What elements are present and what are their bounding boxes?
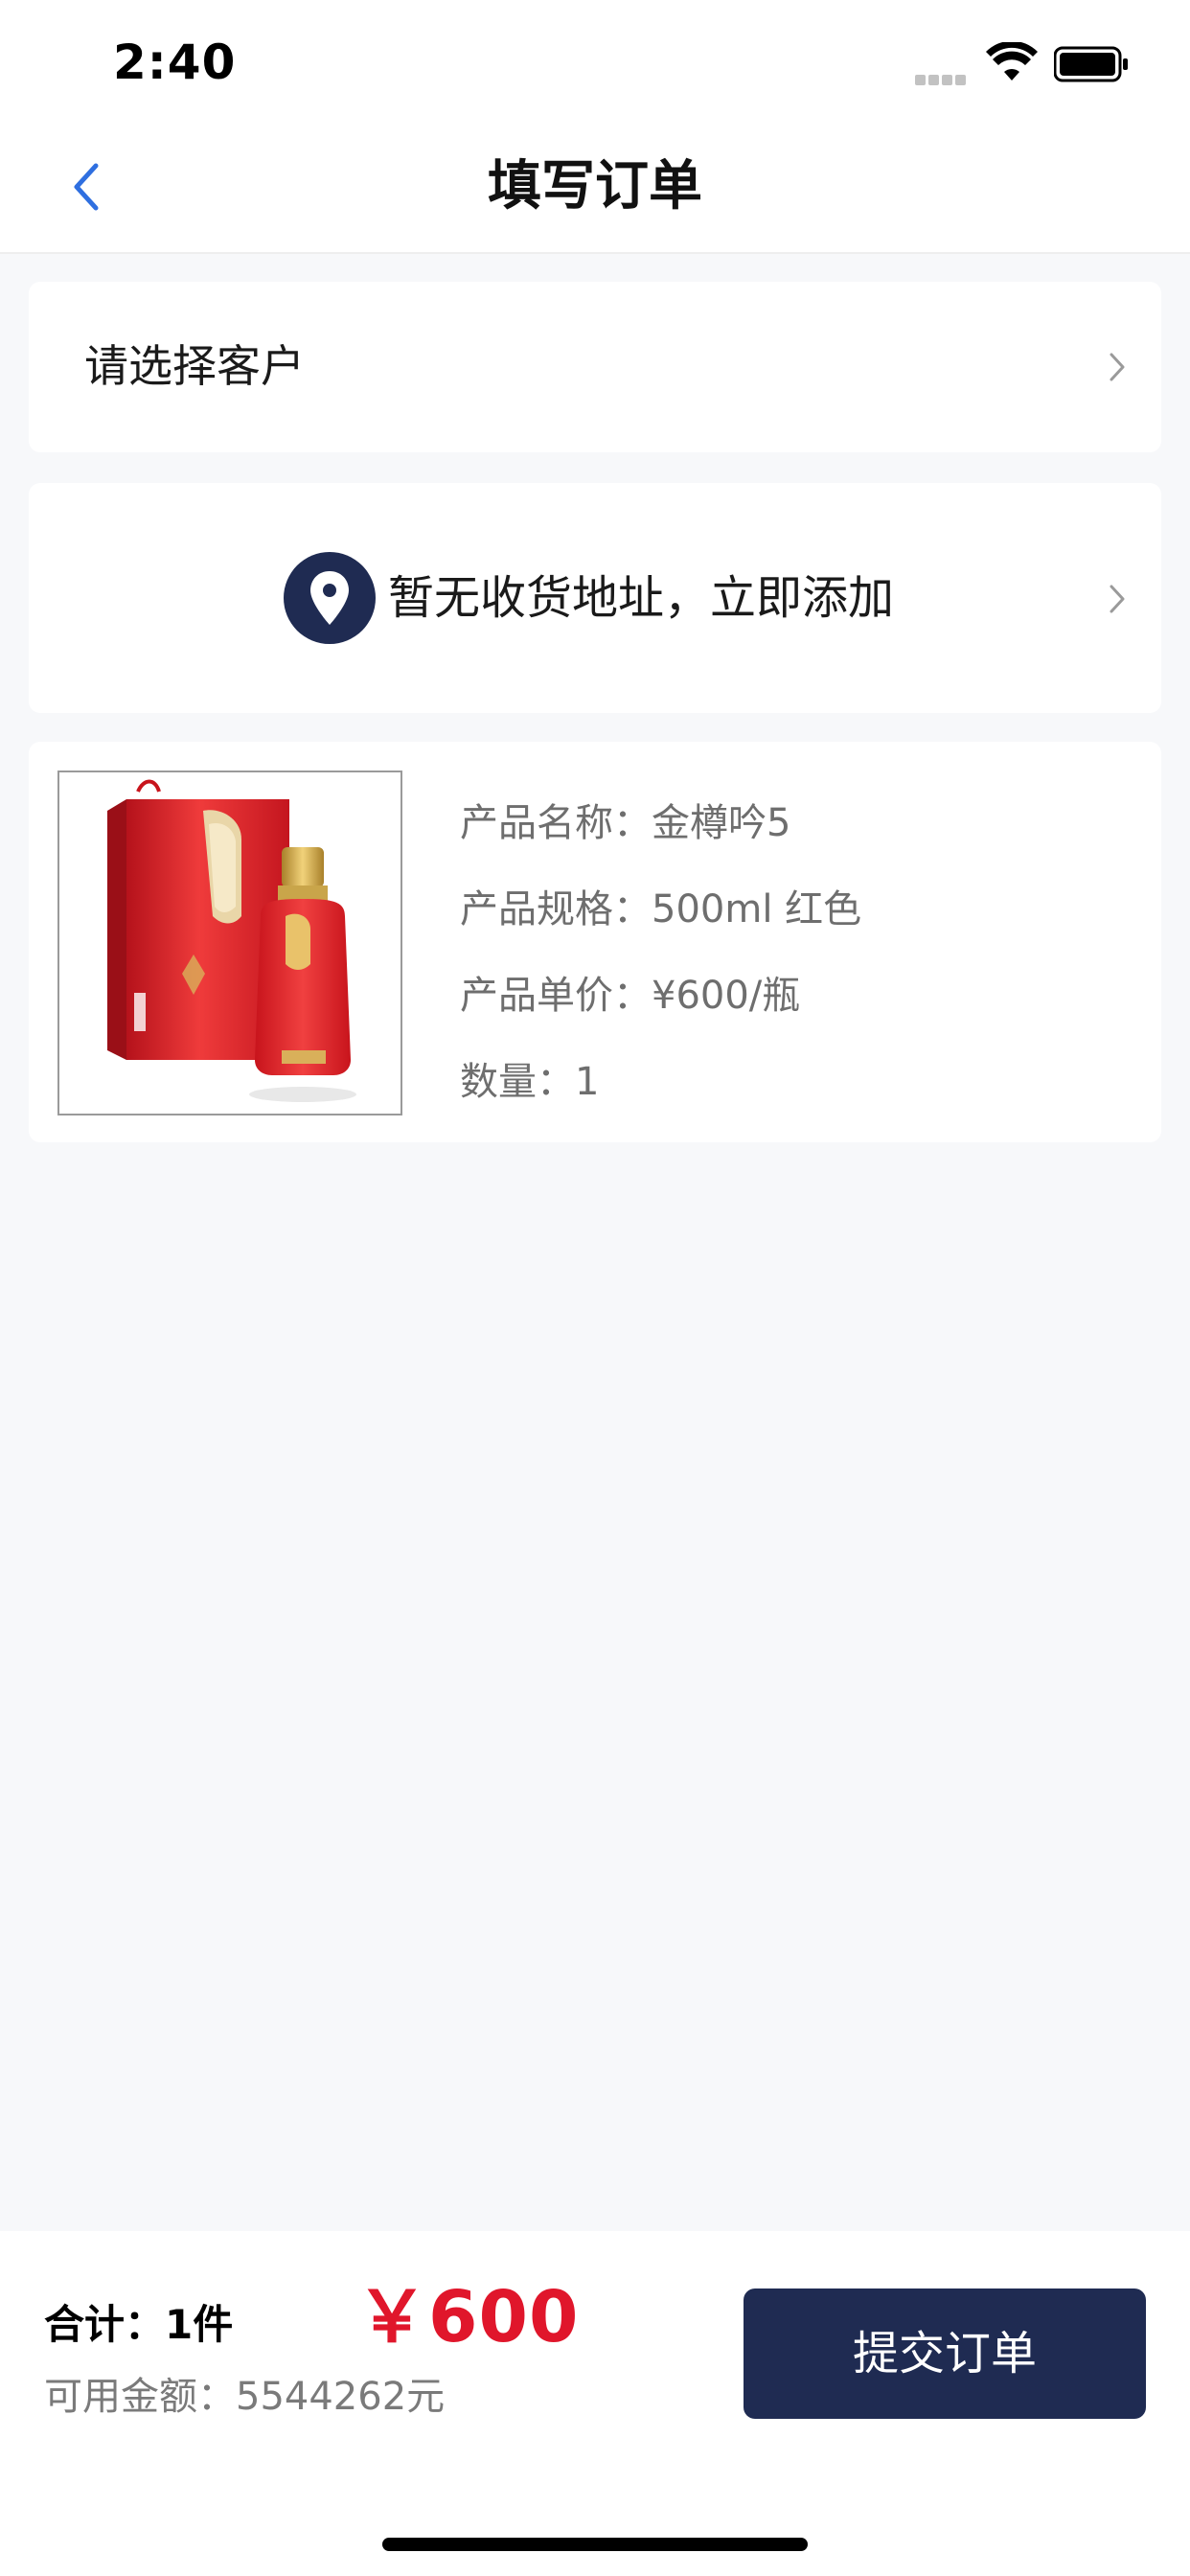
product-quantity-row: 数量：1 <box>460 1039 861 1125</box>
add-address-row[interactable]: 暂无收货地址，立即添加 <box>29 483 1161 713</box>
product-spec-row: 产品规格：500ml 红色 <box>460 866 861 953</box>
status-bar: 2:40 <box>0 0 1190 129</box>
wifi-icon <box>986 42 1038 80</box>
chevron-right-icon <box>1110 353 1125 381</box>
product-card: 产品名称：金樽吟5 产品规格：500ml 红色 产品单价：¥600/瓶 数量：1 <box>29 742 1161 1142</box>
total-amount: ￥600 <box>356 2276 580 2358</box>
select-customer-row[interactable]: 请选择客户 <box>29 282 1161 452</box>
home-indicator <box>382 2538 808 2551</box>
total-label: 合计： <box>44 2301 166 2348</box>
battery-icon <box>1054 46 1128 82</box>
submit-order-button[interactable]: 提交订单 <box>744 2288 1146 2419</box>
total-count-value: 1件 <box>165 2301 234 2348</box>
add-address-label: 暂无收货地址，立即添加 <box>388 571 895 625</box>
product-price-value: ¥600/瓶 <box>652 974 801 1018</box>
page-title: 填写订单 <box>488 155 702 218</box>
product-price-row: 产品单价：¥600/瓶 <box>460 953 861 1039</box>
status-time: 2:40 <box>113 34 237 90</box>
navigation-bar: 填写订单 <box>0 129 1190 254</box>
balance-label: 可用金额： <box>44 2375 236 2419</box>
balance-value: 5544262元 <box>236 2375 446 2419</box>
location-pin-icon <box>284 552 376 644</box>
order-summary-bar: 合计：1件 ￥600 可用金额：5544262元 提交订单 <box>0 2231 1190 2576</box>
product-quantity-label: 数量： <box>460 1060 575 1104</box>
select-customer-label: 请选择客户 <box>84 340 305 392</box>
product-name-label: 产品名称： <box>460 801 652 845</box>
available-balance: 可用金额：5544262元 <box>44 2365 445 2421</box>
chevron-right-icon <box>1110 585 1125 613</box>
product-image <box>57 770 402 1116</box>
product-name-value: 金樽吟5 <box>652 801 791 845</box>
liquor-bottle-box-illustration <box>59 772 400 1114</box>
cellular-signal-icon <box>915 71 971 85</box>
product-name-row: 产品名称：金樽吟5 <box>460 780 861 866</box>
product-quantity-value: 1 <box>575 1060 600 1104</box>
product-spec-label: 产品规格： <box>460 887 652 932</box>
product-spec-value: 500ml 红色 <box>652 887 862 932</box>
product-info: 产品名称：金樽吟5 产品规格：500ml 红色 产品单价：¥600/瓶 数量：1 <box>460 780 861 1125</box>
total-count: 合计：1件 <box>44 2292 233 2351</box>
product-price-label: 产品单价： <box>460 974 652 1018</box>
